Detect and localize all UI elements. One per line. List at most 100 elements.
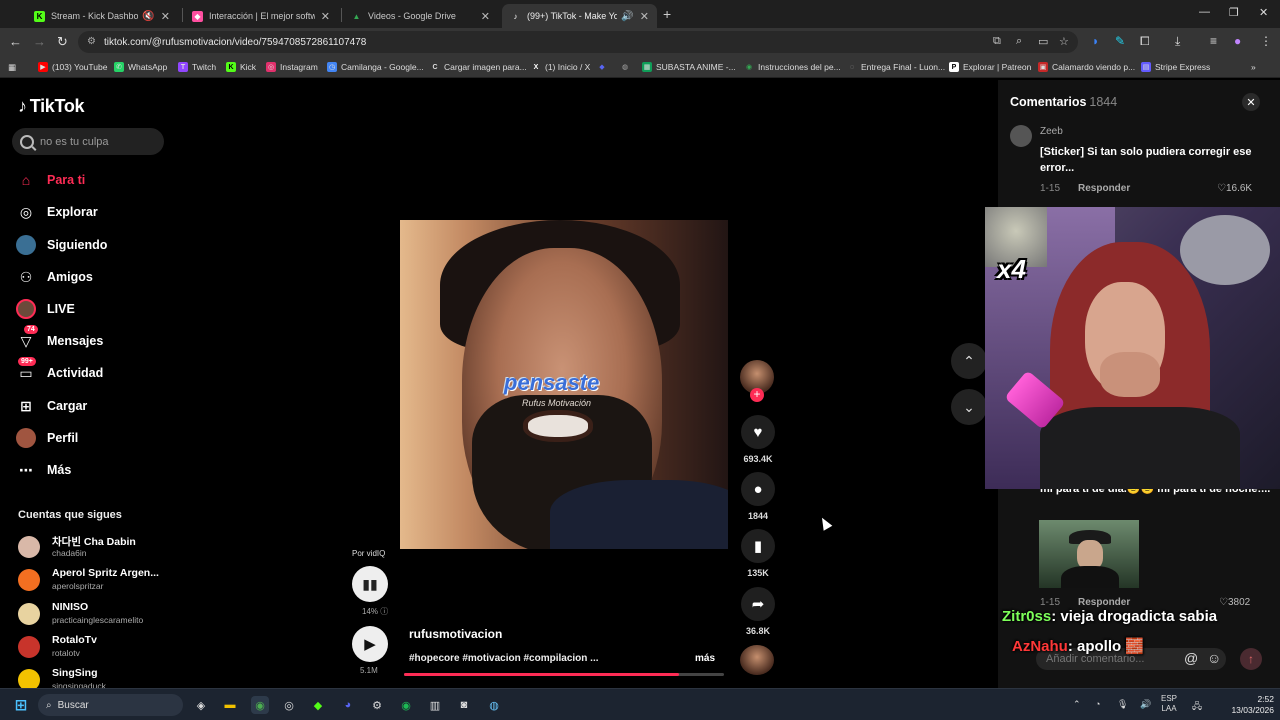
close-tab-icon[interactable]: ✕ [321, 10, 330, 23]
spotify-icon[interactable]: ◉ [397, 696, 415, 714]
bookmark-globe[interactable]: ◍ [620, 60, 634, 74]
heart-icon[interactable]: ♥ [741, 415, 775, 449]
close-window-icon[interactable]: ✕ [1259, 6, 1268, 19]
mic-icon[interactable]: 🎙 [1117, 699, 1128, 710]
tray-app-icon[interactable]: ◔ [1095, 699, 1100, 709]
forward-icon[interactable]: → [33, 35, 46, 49]
more-bookmarks-icon[interactable]: » [1251, 60, 1256, 74]
task-view-icon[interactable]: ◈ [192, 696, 210, 714]
bookmark-star-icon[interactable]: ☆ [1059, 35, 1069, 48]
bookmark-twitch[interactable]: T Twitch [178, 60, 216, 74]
next-video-button[interactable]: ⌄ [951, 389, 987, 425]
info-icon[interactable]: ⓘ [380, 607, 388, 616]
settings-gear-icon[interactable]: ⚙ [368, 696, 386, 714]
following-item[interactable]: RotaloTv rotalotv [18, 633, 168, 663]
tab-google-drive[interactable]: ▲ Videos - Google Drive ✕ [343, 4, 498, 28]
file-explorer-icon[interactable]: ▬ [221, 696, 239, 714]
bookmark-calamardo[interactable]: ▣ Calamardo viendo p... [1038, 60, 1135, 74]
following-item[interactable]: SingSing singsingaduck [18, 666, 168, 688]
video-progress-bar[interactable] [404, 673, 724, 676]
video-player[interactable]: pensaste Rufus Motivación [400, 220, 728, 549]
previous-video-button[interactable]: ⌃ [951, 343, 987, 379]
following-item[interactable]: Aperol Spritz Argen... aperolspritzar [18, 566, 168, 596]
comment-image[interactable] [1039, 520, 1139, 588]
address-bar[interactable]: ⚙ tiktok.com/@rufusmotivacion/video/7594… [78, 31, 1078, 53]
following-item[interactable]: 차다빈 Cha Dabin chada6in [18, 533, 168, 563]
emoji-icon[interactable]: ☺ [1207, 650, 1221, 666]
maximize-icon[interactable]: ❐ [1229, 6, 1239, 19]
bookmark-x[interactable]: X (1) Inicio / X [531, 60, 591, 74]
menu-icon[interactable]: ⋮ [1260, 34, 1272, 48]
tiktok-logo[interactable]: ♪ TikTok [18, 96, 85, 117]
chrome-icon[interactable]: ◉ [251, 696, 269, 714]
nav-item-explorar[interactable]: ◎ Explorar [16, 200, 166, 224]
audio-icon[interactable]: 🔊 [621, 11, 633, 22]
profile-avatar-icon[interactable]: ● [1234, 34, 1241, 48]
bookmark-youtube[interactable]: ▶ (103) YouTube [38, 60, 107, 74]
obs-icon[interactable]: ◎ [280, 696, 298, 714]
reply-button[interactable]: Responder [1078, 597, 1130, 608]
bookmark-instagram[interactable]: ◎ Instagram [266, 60, 318, 74]
nav-item-mensajes[interactable]: ▽ 74 Mensajes [16, 325, 166, 353]
apps-icon[interactable]: ▦ [8, 60, 16, 74]
close-tab-icon[interactable]: ✕ [481, 10, 490, 23]
nav-item-perfil[interactable]: Perfil [16, 426, 166, 450]
nav-item-para-ti[interactable]: ⌂ Para ti [16, 168, 166, 192]
reply-button[interactable]: Responder [1078, 183, 1130, 194]
avatar[interactable] [1010, 125, 1032, 147]
steam-icon[interactable]: ◍ [485, 696, 503, 714]
tab-kick-dashboard[interactable]: K Stream - Kick Dashboard 🔇 ✕ [26, 4, 178, 28]
video-hashtags[interactable]: #hopecore #motivacion #compilacion ... [409, 653, 599, 664]
audio-app-icon[interactable]: ▥ [426, 696, 444, 714]
bookmark-discord[interactable]: ◆ [597, 60, 611, 74]
network-icon[interactable]: 🖧 [1192, 699, 1202, 715]
nav-item-mas[interactable]: ⋯ Más [16, 458, 166, 482]
tab-interaccion[interactable]: ◆ Interacción | El mejor software de str… [184, 4, 338, 28]
bookmark-cargar-imagen[interactable]: C Cargar imagen para... [430, 60, 526, 74]
comment-username[interactable]: Zeeb [1040, 126, 1063, 137]
windows-start-icon[interactable]: ⊞ [12, 696, 30, 714]
nav-item-live[interactable]: LIVE [16, 297, 166, 321]
minimize-icon[interactable]: — [1199, 6, 1210, 18]
nav-item-actividad[interactable]: ▭ 99+ Actividad [16, 357, 166, 385]
zoom-icon[interactable]: ⌕ [1016, 35, 1022, 48]
bookmark-camilanga[interactable]: ◷ Camilanga - Google... [327, 60, 424, 74]
new-tab-icon[interactable]: + [663, 6, 671, 22]
sound-avatar[interactable] [740, 645, 774, 675]
nav-item-cargar[interactable]: ⊞ Cargar [16, 394, 166, 418]
nav-item-siguiendo[interactable]: Siguiendo [16, 233, 166, 257]
language-indicator[interactable]: ESP LAA [1161, 694, 1177, 714]
comment-like[interactable]: ♡3802 [1219, 597, 1250, 608]
download-icon[interactable]: ⤓ [1175, 34, 1180, 49]
speaker-icon[interactable]: 🔊 [1140, 699, 1151, 710]
share-icon[interactable]: ➦ [741, 587, 775, 621]
tray-chevron-icon[interactable]: ⌃ [1073, 699, 1081, 710]
translate-icon[interactable]: ⧉ [993, 35, 1001, 48]
search-input[interactable]: no es tu culpa [12, 128, 164, 155]
site-info-icon[interactable]: ⚙ [87, 36, 96, 47]
bookmark-patreon[interactable]: P Explorar | Patreon [949, 60, 1031, 74]
bookmark-icon[interactable]: ▮ [741, 529, 775, 563]
cast-icon[interactable]: ▭ [1038, 35, 1048, 48]
tab-tiktok[interactable]: ♪ (99+) TikTok - Make Your Day 🔊 ✕ [502, 4, 657, 28]
share-action[interactable]: ➦ 36.8K [740, 587, 776, 636]
vidiq-button[interactable]: ▮▮ [352, 566, 388, 602]
comment-action[interactable]: ● 1844 [740, 472, 776, 521]
bookmark-entrega[interactable]: ◌ Entrega Final - Luon... [847, 60, 945, 74]
kick-app-icon[interactable]: ◆ [309, 696, 327, 714]
save-action[interactable]: ▮ 135K [740, 529, 776, 578]
mute-icon[interactable]: 🔇 [142, 11, 154, 22]
taskbar-search[interactable]: ⌕ Buscar [38, 694, 183, 716]
game-icon[interactable]: ◙ [455, 696, 473, 714]
comment-icon[interactable]: ● [741, 472, 775, 506]
back-icon[interactable]: ← [9, 35, 22, 49]
bookmark-kick[interactable]: K Kick [226, 60, 256, 74]
comment-like[interactable]: ♡16.6K [1217, 183, 1252, 194]
bookmark-subasta[interactable]: ▦ SUBASTA ANIME -... [642, 60, 736, 74]
close-tab-icon[interactable]: ✕ [161, 10, 170, 23]
close-tab-icon[interactable]: ✕ [640, 10, 649, 23]
bookmark-instrucciones[interactable]: ◉ Instrucciones del pe... [744, 60, 841, 74]
like-action[interactable]: ♥ 693.4K [740, 415, 776, 464]
mention-icon[interactable]: @ [1184, 650, 1198, 666]
video-author[interactable]: rufusmotivacion [409, 627, 502, 641]
